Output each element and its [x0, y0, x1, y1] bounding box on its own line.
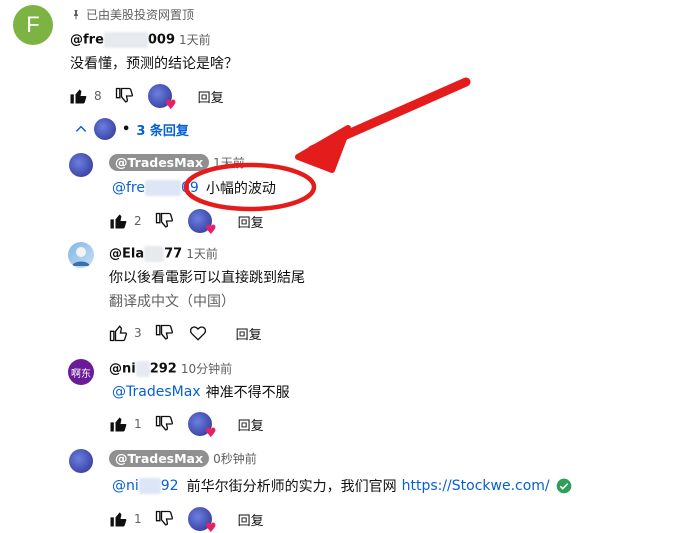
pin-icon [70, 9, 82, 21]
reply-button[interactable]: 回复 [198, 87, 224, 106]
like-count: 2 [134, 214, 142, 228]
website-link[interactable]: https://Stockwe.com/ [402, 478, 550, 494]
heart-icon: ♥ [204, 426, 217, 441]
timestamp[interactable]: 10分钟前 [181, 360, 232, 377]
thumb-up-icon[interactable] [108, 414, 128, 434]
thumb-down-icon[interactable] [154, 211, 174, 231]
reply-header: @ni 292 10分钟前 [109, 360, 232, 377]
pinned-text: 已由美股投资网置顶 [86, 8, 195, 22]
heart-icon: ♥ [164, 98, 177, 113]
avatar[interactable] [69, 153, 93, 177]
comment-header: @fre 009 1天前 [70, 31, 211, 48]
author-handle[interactable]: @ni 292 [109, 360, 177, 377]
replies-count-label: 3 条回复 [136, 123, 189, 139]
comment-text: 没看懂，预测的结论是啥？ [70, 56, 238, 72]
creator-heart-icon: ♥ [187, 507, 217, 533]
reply-text-row: @TradesMax 神准不得不服 [112, 382, 290, 402]
mention-link[interactable]: @fre 09 [112, 180, 199, 196]
timestamp[interactable]: 1天前 [179, 31, 211, 48]
comment-actions: 8 ♥ 回复 [68, 84, 224, 112]
heart-icon[interactable] [188, 323, 208, 343]
thumb-down-icon[interactable] [154, 323, 174, 343]
thumb-up-icon[interactable] [108, 509, 128, 529]
redacted-block [145, 180, 181, 196]
reply-actions: 1 ♥ 回复 [108, 507, 264, 533]
like-count: 1 [134, 512, 142, 526]
author-handle[interactable]: @Ela 77 [109, 245, 182, 262]
reply-text-row: @fre 09 小幅的波动 [112, 178, 276, 198]
check-circle-icon [556, 478, 572, 494]
mention-link[interactable]: @ni 92 [112, 478, 179, 494]
reply-actions: 1 ♥ 回复 [108, 412, 264, 440]
author-handle[interactable]: @fre 009 [70, 31, 175, 48]
reply-actions: 3 回复 [108, 323, 262, 343]
redacted-block [144, 245, 165, 262]
creator-heart-icon: ♥ [187, 209, 217, 237]
redacted-block [135, 360, 150, 377]
thumb-down-icon[interactable] [114, 86, 134, 106]
redacted-block [138, 478, 161, 494]
like-count: 8 [94, 89, 102, 103]
reply-button[interactable]: 回复 [236, 324, 262, 343]
avatar-letter: F [26, 12, 40, 37]
separator-dot: • [122, 121, 131, 137]
pinned-label: 已由美股投资网置顶 [70, 6, 194, 23]
avatar-text: 啊东 [71, 368, 91, 380]
author-handle[interactable]: @TradesMax [109, 450, 210, 467]
timestamp[interactable]: 1天前 [186, 245, 218, 262]
thumb-down-icon[interactable] [154, 509, 174, 529]
reply-header: @TradesMax 1天前 [109, 154, 245, 171]
reply-actions: 2 ♥ 回复 [108, 209, 264, 237]
thumb-down-icon[interactable] [154, 414, 174, 434]
thumb-up-icon[interactable] [108, 211, 128, 231]
reply-button[interactable]: 回复 [238, 415, 264, 434]
annotation-overlay [183, 77, 471, 212]
red-arrow-annotation [295, 77, 471, 173]
creator-heart-icon: ♥ [187, 412, 217, 440]
timestamp[interactable]: 0秒钟前 [213, 450, 257, 467]
avatar[interactable] [69, 449, 93, 473]
like-count: 1 [134, 417, 142, 431]
chevron-up-icon [74, 122, 88, 136]
author-handle[interactable]: @TradesMax [109, 154, 210, 171]
mention-link[interactable]: @TradesMax [112, 384, 201, 400]
timestamp[interactable]: 1天前 [213, 154, 245, 171]
reply-text-row: @ni 92 前华尔街分析师的实力，我们官网 https://Stockwe.co… [112, 476, 572, 496]
reply-text: 小幅的波动 [205, 181, 276, 197]
heart-icon: ♥ [204, 521, 217, 533]
channel-logo [94, 118, 116, 140]
reply-text: 神准不得不服 [205, 385, 290, 401]
reply-header: @TradesMax 0秒钟前 [109, 450, 257, 467]
reply-button[interactable]: 回复 [238, 212, 264, 231]
thumb-up-icon[interactable] [68, 86, 88, 106]
like-count: 3 [134, 326, 142, 340]
translate-link[interactable]: 翻译成中文（中国） [109, 291, 235, 311]
reply-text: 你以後看電影可以直接跳到結尾 [109, 270, 305, 286]
reply-button[interactable]: 回复 [238, 510, 264, 529]
heart-icon: ♥ [204, 223, 217, 238]
avatar[interactable] [68, 242, 94, 268]
creator-heart-icon: ♥ [147, 84, 177, 112]
reply-text: 前华尔街分析师的实力，我们官网 [186, 479, 397, 495]
avatar[interactable]: F [13, 5, 53, 45]
redacted-block [103, 31, 148, 48]
thumb-up-icon[interactable] [108, 323, 128, 343]
replies-toggle[interactable]: • 3 条回复 [74, 118, 189, 140]
reply-header: @Ela 77 1天前 [109, 245, 218, 262]
avatar[interactable]: 啊东 [68, 359, 94, 385]
